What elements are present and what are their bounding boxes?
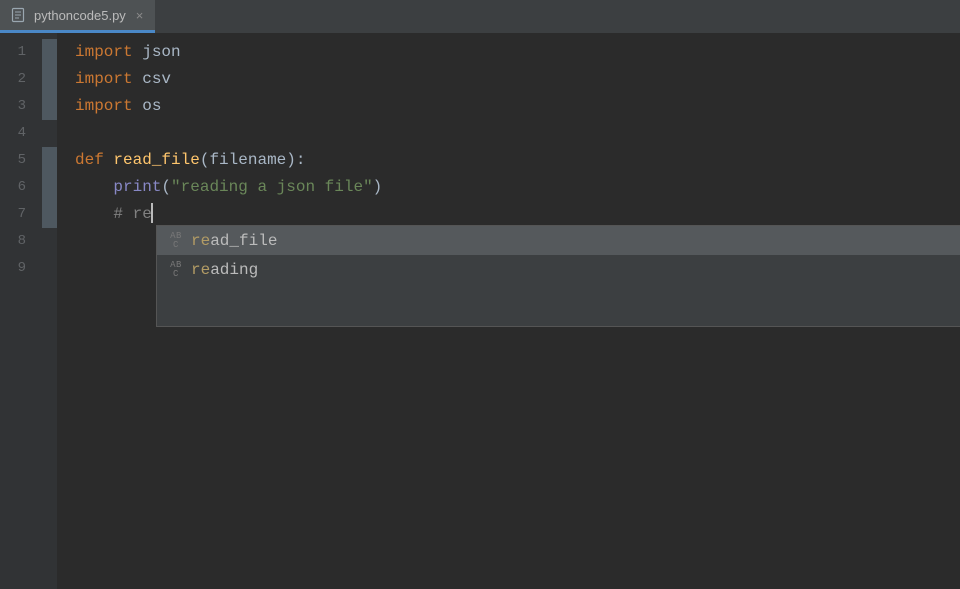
autocomplete-item[interactable]: ABC reading bbox=[157, 255, 960, 284]
change-indicator bbox=[42, 201, 57, 228]
word-completion-icon: ABC bbox=[169, 261, 183, 279]
code-line[interactable]: # re bbox=[57, 201, 960, 228]
line-number: 8 bbox=[0, 228, 42, 255]
change-indicator bbox=[42, 255, 57, 282]
code-line[interactable]: import os bbox=[57, 93, 960, 120]
change-indicator-gutter bbox=[42, 33, 57, 589]
code-line[interactable]: import json bbox=[57, 39, 960, 66]
autocomplete-padding bbox=[157, 284, 960, 326]
change-indicator bbox=[42, 174, 57, 201]
line-number: 4 bbox=[0, 120, 42, 147]
editor-tab[interactable]: pythoncode5.py × bbox=[0, 0, 155, 33]
line-number: 2 bbox=[0, 66, 42, 93]
tab-filename: pythoncode5.py bbox=[34, 8, 126, 23]
line-number: 9 bbox=[0, 255, 42, 282]
autocomplete-label: reading bbox=[191, 261, 258, 279]
change-indicator bbox=[42, 147, 57, 174]
close-icon[interactable]: × bbox=[134, 8, 146, 23]
editor-area: 1 2 3 4 5 6 7 8 9 import json import csv… bbox=[0, 33, 960, 589]
autocomplete-item[interactable]: ABC read_file bbox=[157, 226, 960, 255]
code-line[interactable]: print("reading a json file") bbox=[57, 174, 960, 201]
tab-bar: pythoncode5.py × bbox=[0, 0, 960, 33]
change-indicator bbox=[42, 120, 57, 147]
code-editor[interactable]: import json import csv import os def rea… bbox=[57, 33, 960, 589]
line-number: 1 bbox=[0, 39, 42, 66]
line-number-gutter[interactable]: 1 2 3 4 5 6 7 8 9 bbox=[0, 33, 42, 589]
change-indicator bbox=[42, 39, 57, 66]
line-number: 5 bbox=[0, 147, 42, 174]
change-indicator bbox=[42, 66, 57, 93]
code-line[interactable]: def read_file(filename): bbox=[57, 147, 960, 174]
autocomplete-popup[interactable]: ABC read_file ABC reading bbox=[156, 225, 960, 327]
word-completion-icon: ABC bbox=[169, 232, 183, 250]
line-number: 3 bbox=[0, 93, 42, 120]
autocomplete-label: read_file bbox=[191, 232, 277, 250]
line-number: 6 bbox=[0, 174, 42, 201]
python-file-icon bbox=[10, 7, 26, 23]
change-indicator bbox=[42, 93, 57, 120]
code-line[interactable] bbox=[57, 120, 960, 147]
change-indicator bbox=[42, 228, 57, 255]
line-number: 7 bbox=[0, 201, 42, 228]
text-cursor bbox=[151, 203, 153, 223]
code-line[interactable]: import csv bbox=[57, 66, 960, 93]
